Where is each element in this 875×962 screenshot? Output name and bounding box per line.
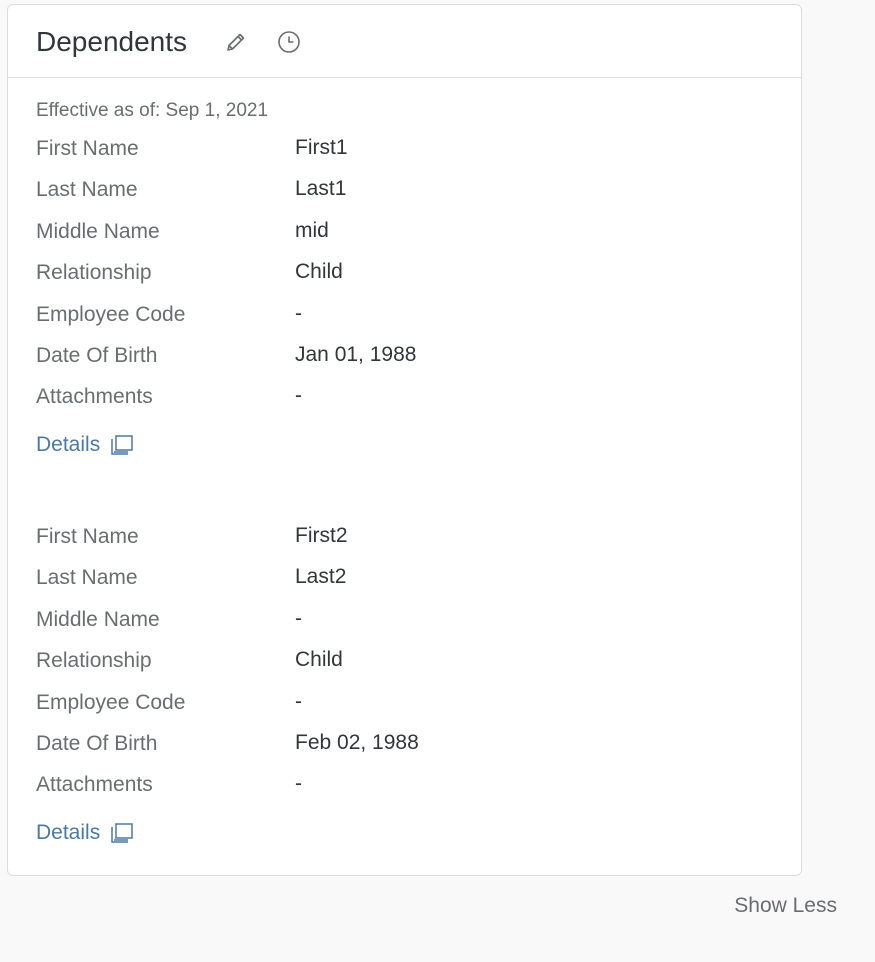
field-row: Relationship Child [36,259,776,300]
field-label: Date Of Birth [36,343,158,367]
field-value: Child [295,648,343,672]
field-label: Middle Name [36,607,160,631]
field-value: - [295,772,302,796]
field-value: Child [295,260,343,284]
field-row: Last Name Last1 [36,176,776,217]
field-value: - [295,301,302,325]
field-row: First Name First2 [36,523,776,564]
field-value: - [295,384,302,408]
field-label: Employee Code [36,302,186,326]
field-label: Last Name [36,178,138,202]
details-label: Details [36,821,101,844]
field-label: Middle Name [36,219,160,243]
field-value: Feb 02, 1988 [295,730,419,754]
field-row: Attachments - [36,383,776,424]
field-row: Relationship Child [36,647,776,688]
field-row: Employee Code - [36,301,776,342]
open-dialog-icon [110,822,134,844]
field-label: Date Of Birth [36,731,158,755]
details-link-1[interactable]: Details [36,431,134,459]
field-row: Last Name Last2 [36,564,776,605]
field-row: Date Of Birth Feb 02, 1988 [36,730,776,771]
clock-icon[interactable] [277,30,301,54]
open-dialog-icon [110,434,134,456]
field-value: - [295,606,302,630]
field-row: Attachments - [36,771,776,812]
dependent-entry-2: First Name First2 Last Name Last2 Middle… [36,523,776,844]
show-less-button[interactable]: Show Less [734,892,837,920]
field-value: Last1 [295,177,347,201]
field-row: Middle Name - [36,606,776,647]
dependent-entry-1: First Name First1 Last Name Last1 Middle… [36,135,776,456]
dependents-card: Dependents Effective as of: Sep 1, 2021 … [7,4,802,876]
field-value: Jan 01, 1988 [295,342,417,366]
field-row: Employee Code - [36,689,776,730]
pencil-icon[interactable] [224,30,248,54]
field-label: First Name [36,525,139,548]
field-value: mid [295,218,329,242]
field-row: First Name First1 [36,135,776,176]
details-label: Details [36,433,101,456]
field-label: Attachments [36,385,153,409]
effective-date: Effective as of: Sep 1, 2021 [36,100,269,121]
field-label: Attachments [36,773,153,797]
field-label: Relationship [36,649,152,673]
field-label: Relationship [36,261,152,285]
field-label: Employee Code [36,690,186,714]
field-row: Date Of Birth Jan 01, 1988 [36,342,776,383]
card-title: Dependents [36,26,188,57]
field-label: Last Name [36,566,138,590]
field-row: Middle Name mid [36,218,776,259]
field-value: First2 [295,524,348,547]
field-value: - [295,689,302,713]
card-header: Dependents [8,5,801,78]
field-label: First Name [36,137,139,160]
details-link-2[interactable]: Details [36,819,134,847]
field-value: First1 [295,136,348,159]
field-value: Last2 [295,565,347,589]
